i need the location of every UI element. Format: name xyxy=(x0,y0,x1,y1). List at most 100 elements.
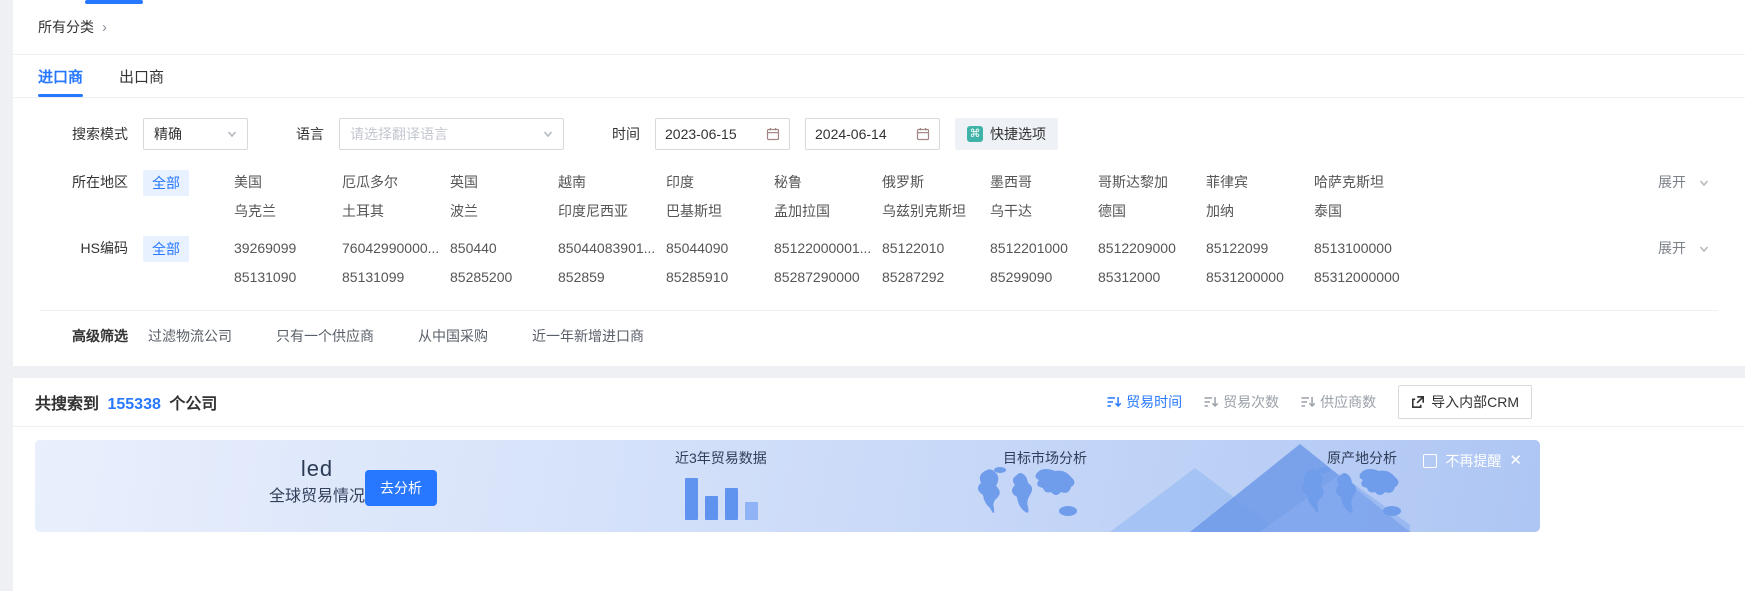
sort-trade-time[interactable]: 贸易时间 xyxy=(1107,392,1182,412)
importer-exporter-tabs: 进口商 出口商 xyxy=(13,55,1745,98)
region-item[interactable]: 英国 xyxy=(450,168,558,197)
hs-code-filter-row: HS编码 全部 3926909985131090 76042990000...8… xyxy=(13,234,1709,292)
region-item[interactable]: 加纳 xyxy=(1206,197,1314,226)
results-bar: 共搜索到 155338 个公司 贸易时间 贸易次数 供应商数 xyxy=(35,378,1532,426)
hs-code-item[interactable]: 85122000001... xyxy=(774,234,882,263)
region-item[interactable]: 泰国 xyxy=(1314,197,1422,226)
language-select[interactable]: 请选择翻译语言 xyxy=(339,118,564,150)
dismiss-group: 不再提醒 ✕ xyxy=(1423,451,1522,471)
hs-code-item[interactable]: 85287292 xyxy=(882,263,990,292)
calendar-icon xyxy=(916,127,930,141)
bar xyxy=(685,478,698,520)
region-item[interactable]: 印度 xyxy=(666,168,774,197)
quick-options-button[interactable]: ⌘ 快捷选项 xyxy=(955,118,1058,150)
results-count-number: 155338 xyxy=(107,396,160,413)
tab-importers-label: 进口商 xyxy=(38,66,83,87)
region-item[interactable]: 波兰 xyxy=(450,197,558,226)
region-item[interactable]: 哥斯达黎加 xyxy=(1098,168,1206,197)
dismiss-label: 不再提醒 xyxy=(1445,451,1501,471)
hs-code-item[interactable]: 85131099 xyxy=(342,263,450,292)
region-item[interactable]: 菲律宾 xyxy=(1206,168,1314,197)
hs-code-item[interactable]: 85312000000 xyxy=(1314,263,1422,292)
sort-descending-icon xyxy=(1107,395,1121,409)
bar xyxy=(725,488,738,520)
hs-code-item[interactable]: 85044083901... xyxy=(558,234,666,263)
bar-chart-illustration xyxy=(685,472,758,520)
hs-code-item[interactable]: 8512209000 xyxy=(1098,234,1206,263)
chevron-down-icon xyxy=(227,129,237,139)
hs-code-item[interactable]: 76042990000... xyxy=(342,234,450,263)
region-item[interactable]: 哈萨克斯坦 xyxy=(1314,168,1422,197)
tab-importers[interactable]: 进口商 xyxy=(38,55,83,97)
region-item[interactable]: 秘鲁 xyxy=(774,168,882,197)
origin-analysis-label: 原产地分析 xyxy=(1327,448,1397,468)
region-item[interactable]: 孟加拉国 xyxy=(774,197,882,226)
hs-code-item[interactable]: 85122099 xyxy=(1206,234,1314,263)
quick-options-label: 快捷选项 xyxy=(990,124,1046,144)
region-item[interactable]: 俄罗斯 xyxy=(882,168,990,197)
date-start-input[interactable]: 2023-06-15 xyxy=(655,118,790,150)
search-panel: 所有分类 › 进口商 出口商 搜索模式 精确 语言 请选择翻译语言 xyxy=(13,0,1745,366)
import-crm-button[interactable]: 导入内部CRM xyxy=(1398,385,1532,419)
hs-expand-link[interactable]: 展开 xyxy=(1658,234,1709,263)
language-placeholder: 请选择翻译语言 xyxy=(350,124,448,144)
hs-code-item[interactable]: 39269099 xyxy=(234,234,342,263)
region-all-badge[interactable]: 全部 xyxy=(143,170,189,196)
region-item[interactable]: 印度尼西亚 xyxy=(558,197,666,226)
analysis-banner: led 全球贸易情况 去分析 近3年贸易数据 目标市场分析 原产地分析 xyxy=(35,440,1540,532)
hs-code-item[interactable]: 85312000 xyxy=(1098,263,1206,292)
sort-label: 贸易时间 xyxy=(1126,392,1182,412)
close-icon[interactable]: ✕ xyxy=(1509,454,1522,468)
divider xyxy=(13,426,1745,427)
region-item[interactable]: 德国 xyxy=(1098,197,1206,226)
hs-code-item[interactable]: 85122010 xyxy=(882,234,990,263)
target-market-label: 目标市场分析 xyxy=(1003,448,1087,468)
region-item[interactable]: 越南 xyxy=(558,168,666,197)
hs-all-badge[interactable]: 全部 xyxy=(143,236,189,262)
hs-code-item[interactable]: 8512201000 xyxy=(990,234,1098,263)
hs-code-item[interactable]: 85299090 xyxy=(990,263,1098,292)
region-item[interactable]: 乌克兰 xyxy=(234,197,342,226)
expand-label: 展开 xyxy=(1658,168,1686,197)
sort-supplier-count[interactable]: 供应商数 xyxy=(1301,392,1376,412)
sort-trade-count[interactable]: 贸易次数 xyxy=(1204,392,1279,412)
dismiss-checkbox[interactable] xyxy=(1423,454,1437,468)
results-count-suffix: 个公司 xyxy=(169,396,217,413)
hs-code-item[interactable]: 8531200000 xyxy=(1206,263,1314,292)
region-item[interactable]: 乌兹别克斯坦 xyxy=(882,197,990,226)
tab-exporters-label: 出口商 xyxy=(119,66,164,87)
search-mode-label: 搜索模式 xyxy=(13,118,128,150)
advanced-option-single-supplier[interactable]: 只有一个供应商 xyxy=(276,326,374,346)
region-item[interactable]: 乌干达 xyxy=(990,197,1098,226)
region-item[interactable]: 厄瓜多尔 xyxy=(342,168,450,197)
hs-code-item[interactable]: 85285910 xyxy=(666,263,774,292)
hs-code-item[interactable]: 85287290000 xyxy=(774,263,882,292)
region-expand-link[interactable]: 展开 xyxy=(1658,168,1709,197)
hs-code-item[interactable]: 8513100000 xyxy=(1314,234,1422,263)
region-item[interactable]: 巴基斯坦 xyxy=(666,197,774,226)
chevron-down-icon xyxy=(543,129,553,139)
tab-exporters[interactable]: 出口商 xyxy=(119,55,164,97)
hs-code-grid: 3926909985131090 76042990000...85131099 … xyxy=(234,234,1658,292)
date-end-input[interactable]: 2024-06-14 xyxy=(805,118,940,150)
region-item[interactable]: 土耳其 xyxy=(342,197,450,226)
analyze-button[interactable]: 去分析 xyxy=(365,470,437,506)
sort-label: 供应商数 xyxy=(1320,392,1376,412)
hs-code-item[interactable]: 85285200 xyxy=(450,263,558,292)
region-item[interactable]: 墨西哥 xyxy=(990,168,1098,197)
advanced-option-filter-logistics[interactable]: 过滤物流公司 xyxy=(148,326,232,346)
time-label: 时间 xyxy=(612,118,640,150)
advanced-option-buy-from-china[interactable]: 从中国采购 xyxy=(418,326,488,346)
region-item[interactable]: 美国 xyxy=(234,168,342,197)
hs-code-item[interactable]: 85044090 xyxy=(666,234,774,263)
breadcrumb[interactable]: 所有分类 › xyxy=(13,0,1745,55)
search-mode-select[interactable]: 精确 xyxy=(143,118,248,150)
hs-code-item[interactable]: 85131090 xyxy=(234,263,342,292)
import-crm-label: 导入内部CRM xyxy=(1431,392,1519,412)
advanced-option-new-importers[interactable]: 近一年新增进口商 xyxy=(532,326,644,346)
region-filter-row: 所在地区 全部 美国乌克兰 厄瓜多尔土耳其 英国波兰 越南印度尼西亚 印度巴基斯… xyxy=(13,168,1709,226)
hs-code-item[interactable]: 850440 xyxy=(450,234,558,263)
sort-label: 贸易次数 xyxy=(1223,392,1279,412)
hs-code-item[interactable]: 852859 xyxy=(558,263,666,292)
trade-data-label: 近3年贸易数据 xyxy=(675,448,767,468)
